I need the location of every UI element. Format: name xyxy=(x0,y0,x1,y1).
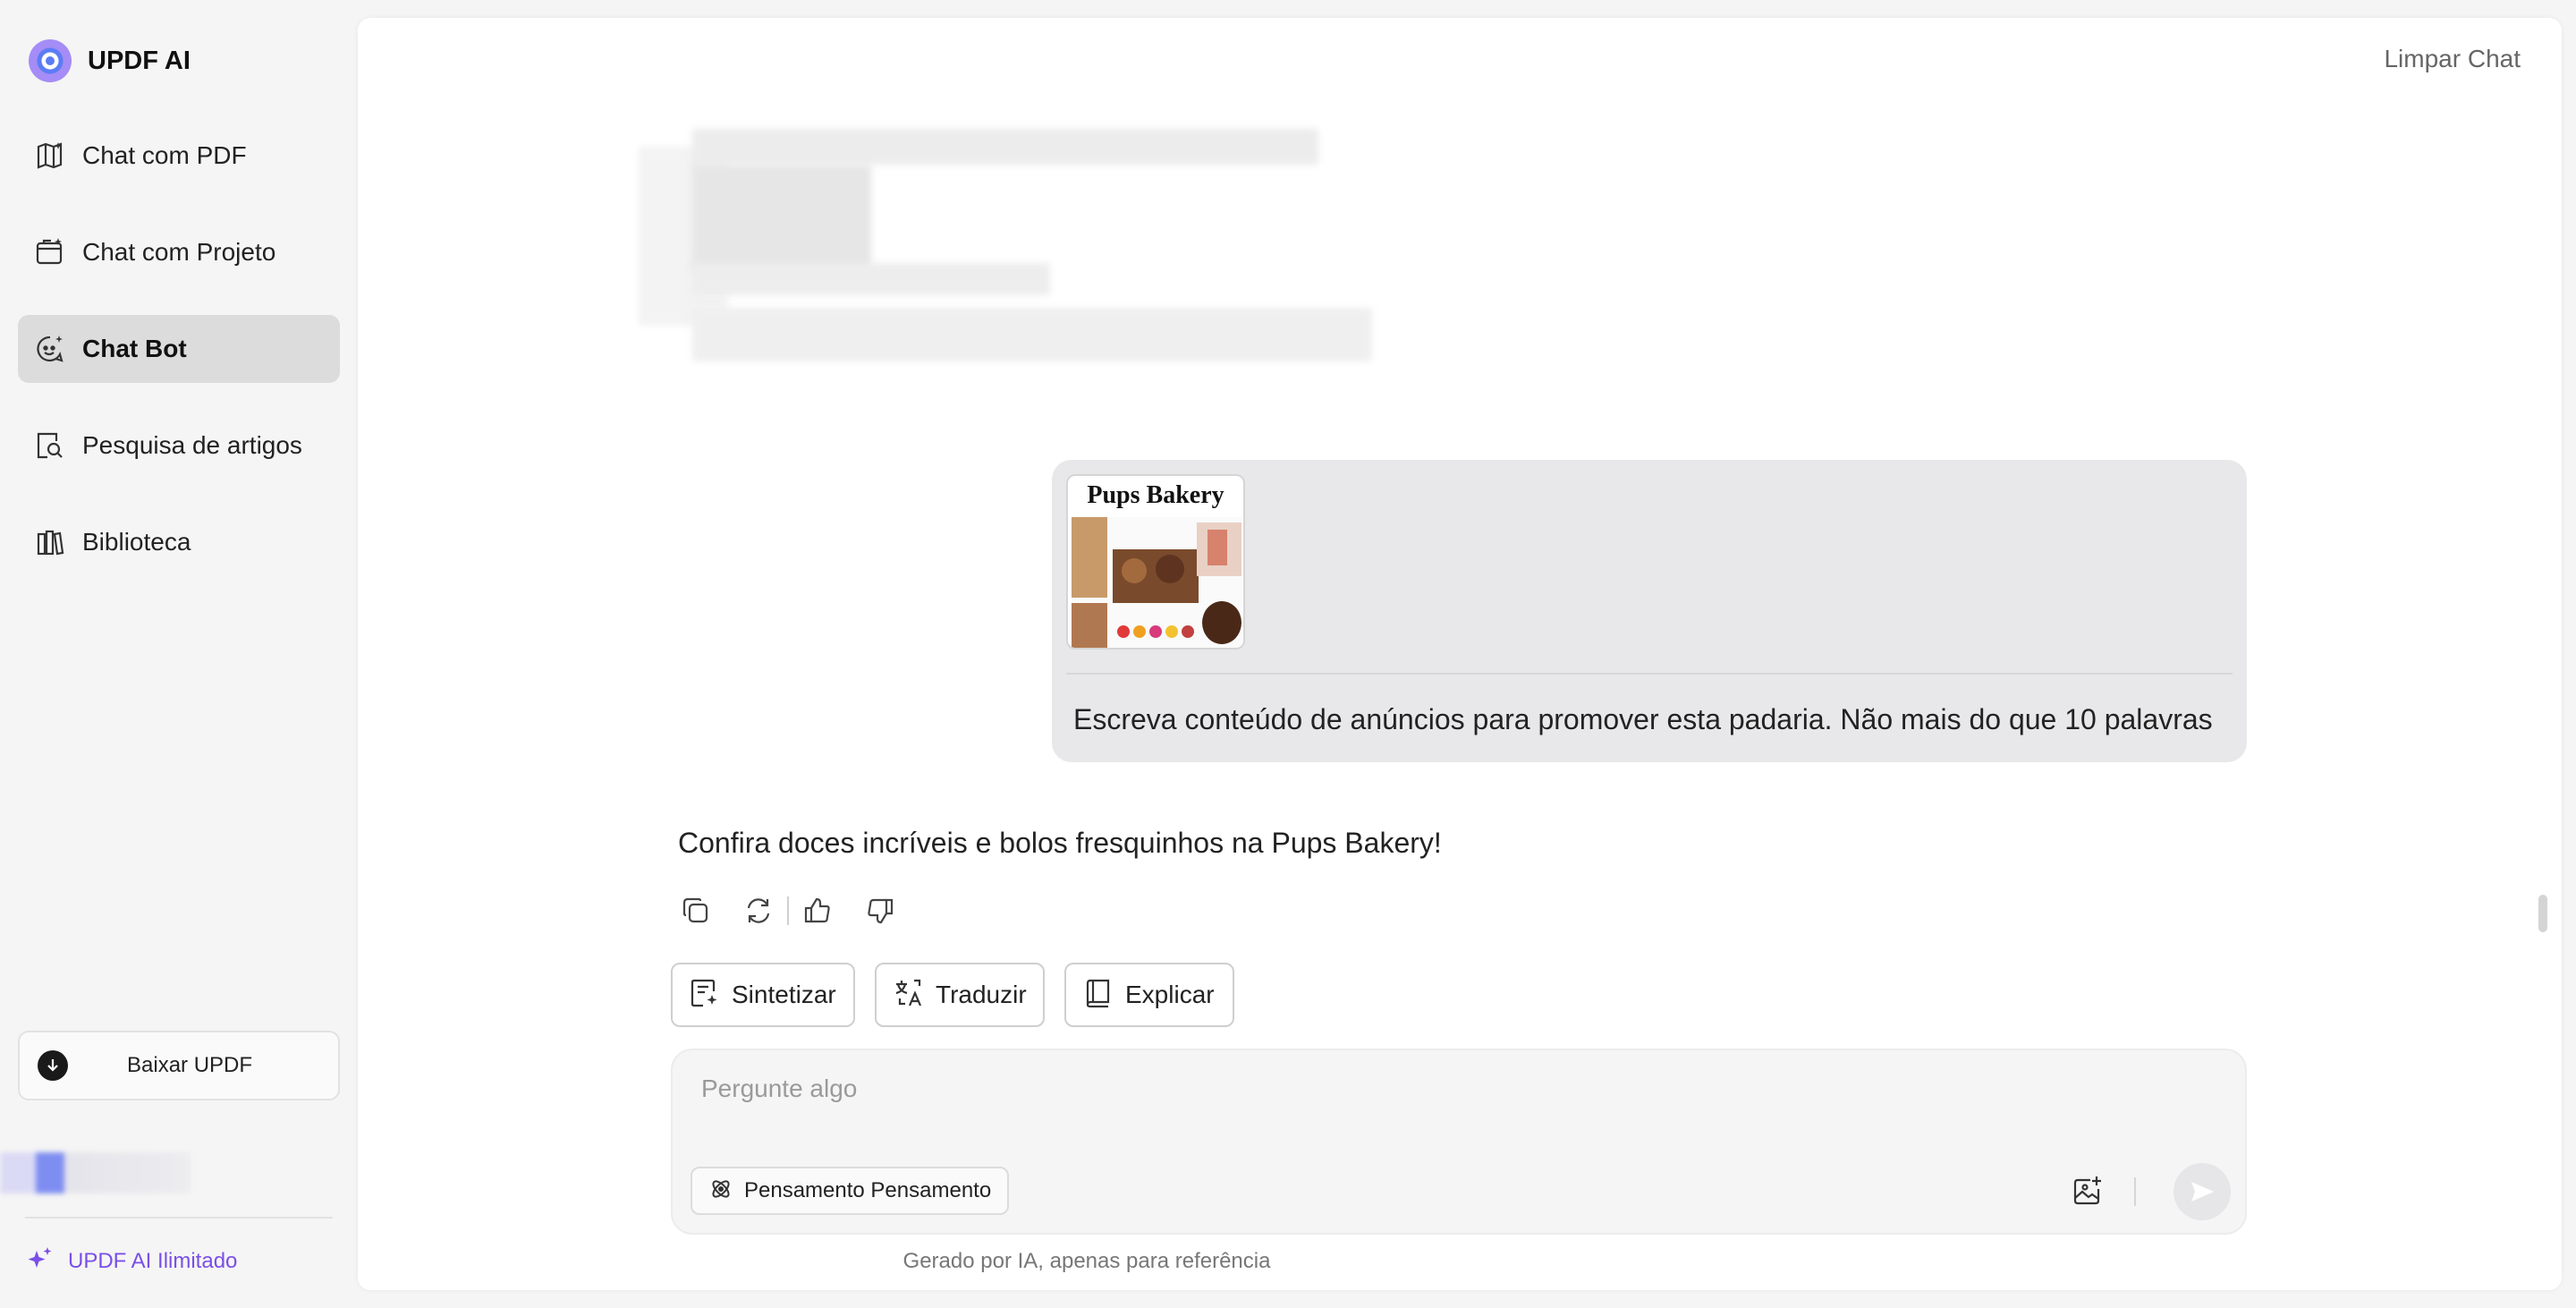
reply-actions xyxy=(678,893,898,929)
sidebar-item-label: Chat Bot xyxy=(82,335,187,362)
library-icon xyxy=(34,526,66,558)
sidebar-item-label: Pesquisa de artigos xyxy=(82,431,302,459)
image-attachment[interactable]: Pups Bakery xyxy=(1066,474,1245,650)
sidebar-item-library[interactable]: Biblioteca xyxy=(18,508,340,576)
action-separator xyxy=(787,896,789,925)
ai-reply-text: Confira doces incríveis e bolos fresquin… xyxy=(678,827,1442,859)
atom-icon xyxy=(708,1176,733,1206)
user-message-bubble: Pups Bakery Escreva conteúdo de anúncios… xyxy=(1052,460,2247,762)
attachment-title: Pups Bakery xyxy=(1087,481,1224,509)
ai-disclaimer: Gerado por IA, apenas para referência xyxy=(902,1249,1271,1273)
pdf-chat-icon xyxy=(34,140,66,172)
bakery-photo-collage xyxy=(1072,517,1241,648)
thinking-toggle[interactable]: Pensamento Pensamento xyxy=(691,1167,1010,1215)
sidebar-divider xyxy=(25,1217,333,1219)
ask-input[interactable] xyxy=(699,1070,2134,1108)
translate-label: Traduzir xyxy=(936,981,1027,1008)
article-search-icon xyxy=(34,429,66,462)
copy-icon[interactable] xyxy=(678,893,714,929)
sidebar-item-label: Chat com Projeto xyxy=(82,238,276,266)
send-button[interactable] xyxy=(2174,1163,2231,1220)
clear-chat-button[interactable]: Limpar Chat xyxy=(2384,45,2521,73)
sidebar-item-article-search[interactable]: Pesquisa de artigos xyxy=(18,412,340,480)
summarize-label: Sintetizar xyxy=(732,981,836,1008)
thinking-label: Pensamento Pensamento xyxy=(744,1178,992,1202)
thumbs-down-icon[interactable] xyxy=(862,893,898,929)
download-updf-button[interactable]: Baixar UPDF xyxy=(18,1031,340,1100)
message-composer: Pensamento Pensamento xyxy=(671,1049,2247,1235)
sidebar-item-label: Chat com PDF xyxy=(82,141,247,169)
image-upload-icon[interactable] xyxy=(2068,1172,2107,1211)
scrollbar-thumb[interactable] xyxy=(2538,895,2547,932)
translate-button[interactable]: Traduzir xyxy=(875,963,1045,1027)
translate-icon xyxy=(893,977,925,1014)
regenerate-icon[interactable] xyxy=(741,893,776,929)
download-icon xyxy=(38,1050,68,1081)
user-message-text: Escreva conteúdo de anúncios para promov… xyxy=(1073,703,2213,735)
sidebar-item-chat-bot[interactable]: Chat Bot xyxy=(18,315,340,383)
redacted-message xyxy=(639,129,1426,397)
explain-label: Explicar xyxy=(1125,981,1215,1008)
chat-bot-icon xyxy=(34,333,66,365)
brand-name: UPDF AI xyxy=(88,46,191,75)
download-label: Baixar UPDF xyxy=(127,1053,253,1077)
project-chat-icon xyxy=(34,236,66,268)
sidebar-item-chat-project[interactable]: Chat com Projeto xyxy=(18,218,340,286)
unlimited-label: UPDF AI Ilimitado xyxy=(68,1248,238,1273)
book-icon xyxy=(1082,977,1114,1014)
chat-panel: Limpar Chat Pups Bakery Escreva conteúdo… xyxy=(358,18,2562,1290)
brand[interactable]: UPDF AI xyxy=(29,39,191,82)
summarize-button[interactable]: Sintetizar xyxy=(671,963,855,1027)
composer-separator xyxy=(2134,1177,2136,1206)
explain-button[interactable]: Explicar xyxy=(1064,963,1234,1027)
updf-ai-unlimited-link[interactable]: UPDF AI Ilimitado xyxy=(27,1245,237,1277)
user-account-redacted[interactable] xyxy=(0,1152,191,1193)
thumbs-up-icon[interactable] xyxy=(800,893,835,929)
sidebar-item-label: Biblioteca xyxy=(82,528,191,556)
sidebar-item-chat-pdf[interactable]: Chat com PDF xyxy=(18,122,340,190)
sidebar: UPDF AI Chat com PDF Chat com Projeto Ch… xyxy=(0,0,356,1308)
summarize-icon xyxy=(689,977,721,1014)
message-divider xyxy=(1066,673,2233,675)
sparkle-icon xyxy=(27,1245,54,1277)
updf-logo-icon xyxy=(29,39,72,82)
